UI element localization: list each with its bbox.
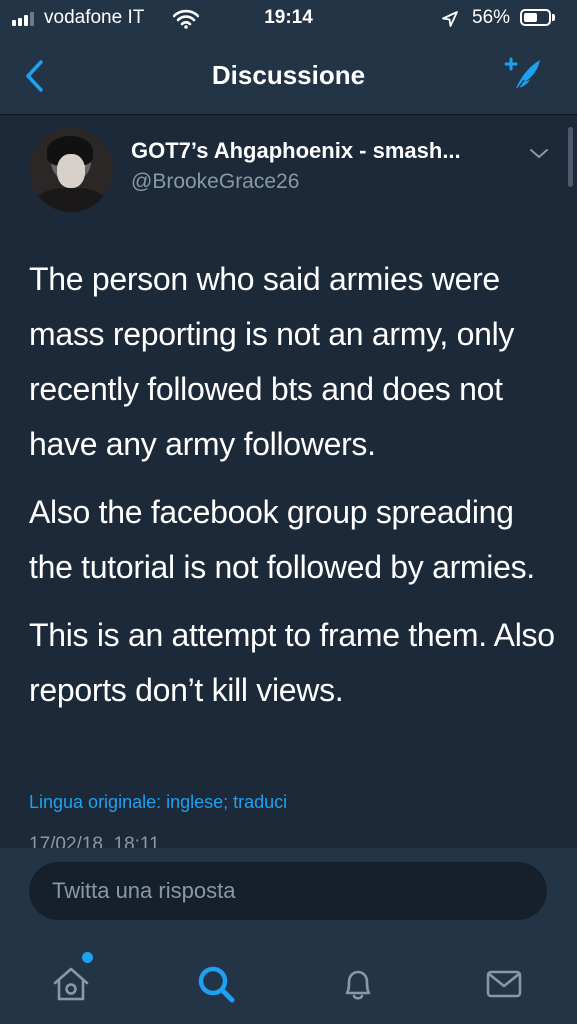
- battery-cap: [552, 14, 555, 21]
- tweet-paragraph: This is an attempt to frame them. Also r…: [29, 617, 555, 708]
- chevron-down-icon: [530, 149, 548, 158]
- status-bar: vodafone IT 19:14 56%: [0, 0, 577, 40]
- tab-home[interactable]: [49, 962, 93, 1006]
- search-icon: [198, 966, 235, 1003]
- home-notification-dot: [82, 952, 93, 963]
- avatar-face: [57, 154, 85, 188]
- tab-notifications[interactable]: [336, 962, 380, 1006]
- avatar-shoulder: [35, 188, 107, 212]
- tab-messages[interactable]: [482, 962, 526, 1006]
- compose-tweet-button[interactable]: [500, 54, 544, 98]
- scroll-indicator: [568, 127, 573, 187]
- avatar[interactable]: [29, 128, 113, 212]
- navigation-bar: Discussione: [0, 40, 577, 115]
- location-arrow-icon: [441, 10, 459, 34]
- reply-bar: [0, 848, 577, 944]
- author-username[interactable]: @BrookeGrace26: [131, 170, 299, 194]
- battery-icon: [520, 9, 551, 26]
- author-display-name[interactable]: GOT7’s Ahgaphoenix - smash...: [131, 138, 461, 164]
- tweet-timestamp: 17/02/18, 18:11: [29, 834, 160, 848]
- home-icon: [53, 967, 89, 1001]
- battery-percentage: 56%: [472, 7, 511, 28]
- reply-input[interactable]: [29, 862, 547, 920]
- tweet-detail: GOT7’s Ahgaphoenix - smash... @BrookeGra…: [0, 115, 577, 848]
- tweet-text: The person who said armies were mass rep…: [29, 252, 559, 731]
- tweet-options-button[interactable]: [526, 145, 552, 163]
- tweet-paragraph: Also the facebook group spreading the tu…: [29, 494, 535, 585]
- feather-plus-icon: [504, 57, 540, 95]
- tweet-paragraph: The person who said armies were mass rep…: [29, 261, 515, 462]
- battery-level: [524, 13, 537, 22]
- translate-link[interactable]: Lingua originale: inglese; traduci: [29, 792, 287, 813]
- bell-icon: [345, 970, 371, 1000]
- mail-icon: [486, 970, 522, 998]
- tab-search[interactable]: [194, 962, 238, 1006]
- page-title: Discussione: [211, 60, 366, 90]
